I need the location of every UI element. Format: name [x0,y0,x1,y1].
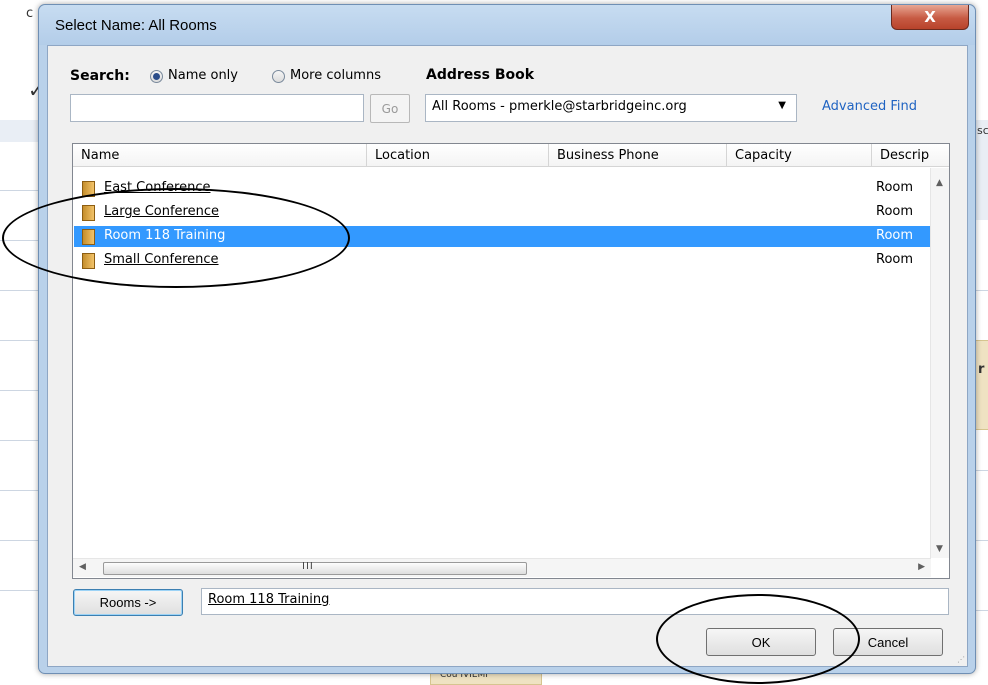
list-item[interactable]: East Conference Room [74,178,930,199]
room-icon [82,181,95,197]
chevron-down-icon[interactable]: ▼ [778,100,786,111]
room-name: Room 118 Training [104,228,226,243]
close-icon: X [924,8,936,26]
bg-gridline [0,440,38,441]
column-header-capacity[interactable]: Capacity [727,144,872,167]
horizontal-scrollbar[interactable]: ◀ III ▶ [73,558,931,577]
room-description: Room [876,228,914,243]
room-description: Room [876,252,914,267]
advanced-find-link[interactable]: Advanced Find [822,99,917,114]
bg-gridline [975,290,988,291]
radio-more-columns-label[interactable]: More columns [290,68,381,83]
bg-gridline [0,340,38,341]
rooms-field[interactable]: Room 118 Training [201,588,949,615]
close-button[interactable]: X [891,5,969,30]
address-book-selected: All Rooms - pmerkle@starbridgeinc.org [432,99,687,114]
column-header-location[interactable]: Location [367,144,549,167]
scroll-down-icon[interactable]: ▼ [936,544,943,554]
radio-name-only-label[interactable]: Name only [168,68,238,83]
scroll-right-icon[interactable]: ▶ [918,562,925,572]
bg-ribbon-left [0,120,38,142]
column-header-name[interactable]: Name [73,144,367,167]
cancel-button-label: Cancel [867,634,909,650]
list-item-selected[interactable]: Room 118 Training Room [74,226,930,247]
column-header-business-phone[interactable]: Business Phone [549,144,727,167]
room-name: Small Conference [104,252,219,267]
scroll-grip-icon: III [302,561,314,572]
column-header-description[interactable]: Descrip [872,144,949,167]
vertical-scrollbar[interactable]: ▲ ▼ [930,168,949,558]
list-item[interactable]: Large Conference Room [74,202,930,223]
go-button[interactable]: Go [370,94,410,123]
bg-gridline [975,610,988,611]
bg-gridline [0,390,38,391]
bg-gridline [0,540,38,541]
bg-gridline [0,290,38,291]
scroll-left-icon[interactable]: ◀ [79,562,86,572]
room-description: Room [876,204,914,219]
room-description: Room [876,180,914,195]
bg-appointment-block [975,340,988,430]
select-name-dialog: Select Name: All Rooms X Search: Name on… [38,4,976,674]
title-bar[interactable]: Select Name: All Rooms X [39,5,975,45]
ok-button-label: OK [751,634,771,650]
room-name: East Conference [104,180,211,195]
room-icon [82,253,95,269]
bg-gridline [0,590,38,591]
dialog-client-area: Search: Name only More columns Address B… [47,45,968,667]
bg-gridline [0,240,38,241]
cancel-button[interactable]: Cancel [833,628,943,656]
search-input[interactable] [70,94,364,122]
room-list[interactable]: Name Location Business Phone Capacity De… [72,143,950,579]
go-button-label: Go [381,101,399,116]
dialog-title: Select Name: All Rooms [55,17,217,34]
address-book-label: Address Book [426,67,535,83]
bg-partial-text: r [978,362,985,377]
room-name: Large Conference [104,204,219,219]
search-label: Search: [70,68,130,84]
rooms-button[interactable]: Rooms -> [73,589,183,616]
bg-partial-text: sc [977,124,988,137]
bg-gridline [975,540,988,541]
radio-name-only[interactable] [150,70,163,83]
bg-partial-text: c [26,6,34,21]
room-icon [82,205,95,221]
radio-more-columns[interactable] [272,70,285,83]
resize-grip-icon[interactable]: ⋰ [957,655,965,664]
bg-gridline [0,490,38,491]
horizontal-scroll-thumb[interactable]: III [103,561,527,575]
rooms-field-value: Room 118 Training [208,592,330,607]
scroll-up-icon[interactable]: ▲ [936,178,943,188]
bg-gridline [0,190,38,191]
ok-button[interactable]: OK [706,628,816,656]
rooms-button-label: Rooms -> [99,595,157,610]
bg-gridline [975,470,988,471]
room-icon [82,229,95,245]
address-book-dropdown[interactable]: All Rooms - pmerkle@starbridgeinc.org ▼ [425,94,797,122]
list-item[interactable]: Small Conference Room [74,250,930,271]
